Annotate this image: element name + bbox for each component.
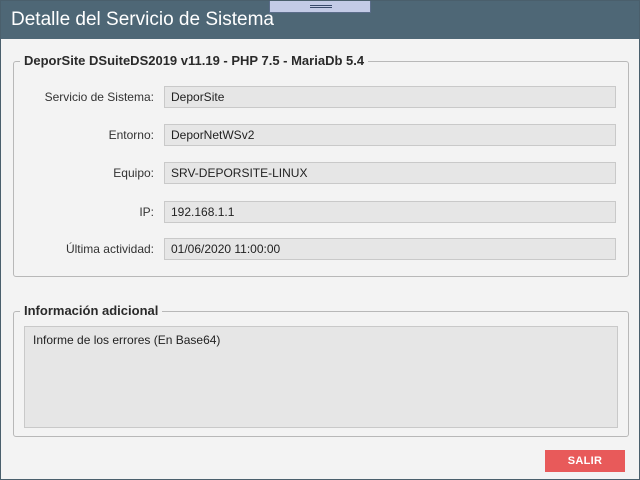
- additional-info-legend: Información adicional: [20, 303, 163, 319]
- drag-handle[interactable]: [269, 1, 371, 13]
- grip-icon: [310, 5, 332, 6]
- environment-field[interactable]: DeporNetWSv2: [164, 124, 616, 146]
- system-service-label: Servicio de Sistema:: [44, 90, 154, 104]
- ip-label: IP:: [139, 205, 154, 219]
- exit-button[interactable]: SALIR: [545, 450, 625, 472]
- ip-field[interactable]: 192.168.1.1: [164, 201, 616, 223]
- machine-field[interactable]: SRV-DEPORSITE-LINUX: [164, 162, 616, 184]
- additional-info-textarea[interactable]: Informe de los errores (En Base64): [24, 326, 618, 428]
- grip-icon: [310, 7, 332, 8]
- title-bar[interactable]: Detalle del Servicio de Sistema: [1, 1, 639, 39]
- window-title: Detalle del Servicio de Sistema: [11, 9, 274, 30]
- last-activity-field[interactable]: 01/06/2020 11:00:00: [164, 238, 616, 260]
- service-info-group: DeporSite DSuiteDS2019 v11.19 - PHP 7.5 …: [13, 53, 629, 277]
- dialog-window: Detalle del Servicio de Sistema DeporSit…: [0, 0, 640, 480]
- environment-label: Entorno:: [108, 128, 154, 142]
- machine-label: Equipo:: [113, 166, 154, 180]
- system-service-field[interactable]: DeporSite: [164, 86, 616, 108]
- service-info-legend: DeporSite DSuiteDS2019 v11.19 - PHP 7.5 …: [20, 53, 369, 69]
- additional-info-group: Información adicional Informe de los err…: [13, 303, 629, 437]
- last-activity-label: Última actividad:: [65, 242, 154, 256]
